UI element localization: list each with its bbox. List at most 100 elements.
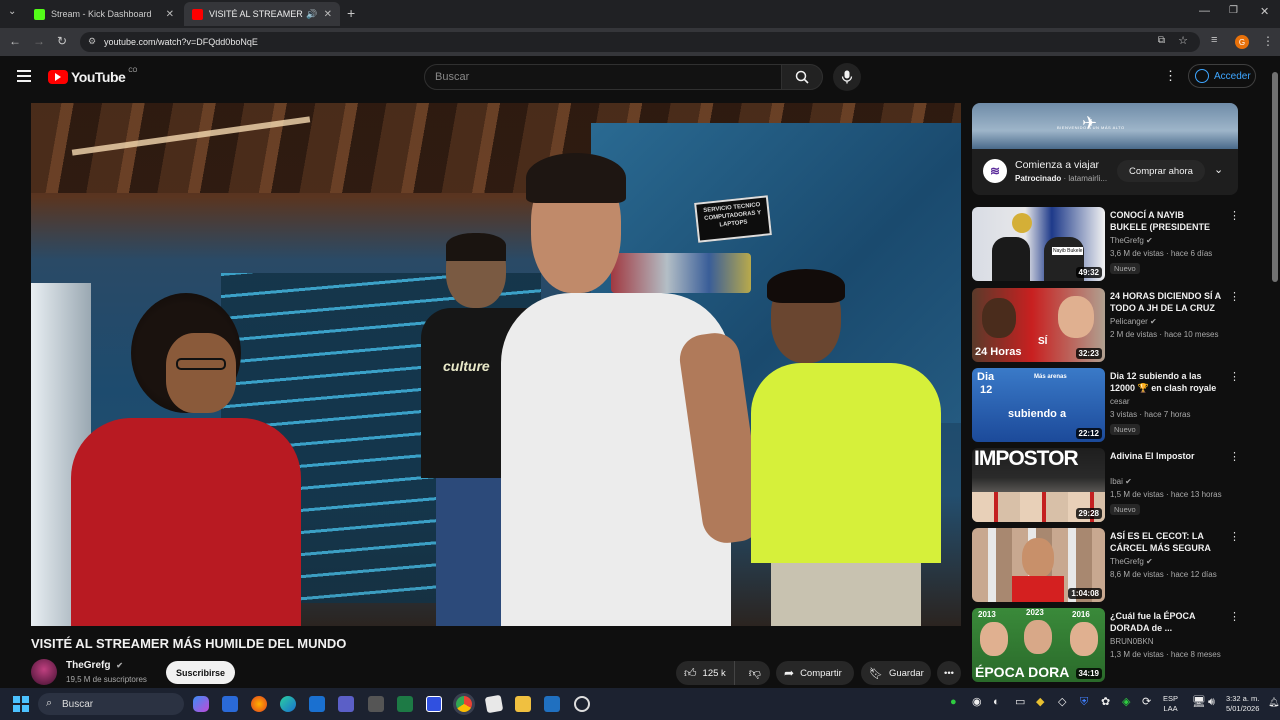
chrome-icon[interactable]	[456, 696, 472, 712]
bookmark-star-icon[interactable]: ☆	[1178, 34, 1188, 47]
tab-youtube-video[interactable]: VISITÉ AL STREAMER MÁS H 🔊 ✕	[184, 2, 340, 26]
search-input[interactable]: Buscar	[424, 64, 782, 90]
windows-start-icon[interactable]	[13, 696, 29, 712]
tray-app-icon[interactable]: ◆	[1036, 697, 1044, 708]
tray-app-icon[interactable]: ◈	[1122, 697, 1130, 708]
volume-icon[interactable]: 🔊︎	[1208, 697, 1215, 708]
rec-item[interactable]: Nayib Bukele 49:32 CONOCÍ A NAYIB BUKELE…	[972, 207, 1240, 281]
duration: 29:28	[1075, 508, 1102, 519]
media-controls-icon[interactable]: ≡	[1211, 34, 1217, 46]
search-placeholder: Buscar	[435, 71, 470, 83]
dislike-button[interactable]: 👎︎	[741, 661, 769, 685]
defender-icon[interactable]: ⛨	[1080, 697, 1088, 708]
tray-app-icon[interactable]: ▭	[1015, 697, 1025, 708]
tray-app-icon[interactable]: ●	[950, 697, 957, 708]
video-thumbnail[interactable]: IMPOSTOR 29:28	[972, 448, 1105, 522]
taskbar-search[interactable]: ⌕ Buscar	[38, 693, 184, 715]
tray-app-icon[interactable]: ✿	[1101, 697, 1110, 708]
store-icon[interactable]	[222, 696, 238, 712]
video-thumbnail[interactable]: Dia 12 Más arenas subiendo a 22:12	[972, 368, 1105, 442]
file-explorer-icon[interactable]	[515, 696, 531, 712]
more-vertical-icon[interactable]: ⋮	[1229, 370, 1240, 383]
network-icon[interactable]: 🖥︎	[1192, 697, 1206, 708]
taskbar-search-label: Buscar	[62, 698, 94, 710]
ad-cta-button[interactable]: Comprar ahora	[1117, 160, 1205, 182]
teams-icon[interactable]	[338, 696, 354, 712]
scrollbar-thumb[interactable]	[1272, 72, 1278, 282]
rec-item[interactable]: Dia 12 Más arenas subiendo a 22:12 Dia 1…	[972, 368, 1240, 442]
more-vertical-icon[interactable]: ⋮	[1229, 610, 1240, 623]
tray-app-icon[interactable]: ◉	[972, 697, 982, 708]
outlook-alt-icon[interactable]	[544, 696, 560, 712]
more-vertical-icon[interactable]: ⋮	[1229, 290, 1240, 303]
copilot-icon[interactable]	[193, 696, 209, 712]
channel-avatar[interactable]	[31, 659, 57, 685]
close-tab-icon[interactable]: ✕	[166, 9, 174, 20]
tab-list-icon[interactable]: ⌄	[8, 6, 16, 17]
subscribe-button[interactable]: Suscribirse	[166, 661, 235, 684]
profile-avatar[interactable]: G	[1235, 35, 1249, 49]
youtube-logo[interactable]: YouTube CO	[48, 68, 137, 85]
back-icon[interactable]: ←	[9, 34, 21, 48]
firefox-icon[interactable]	[251, 696, 267, 712]
clock[interactable]: 3:32 a. m. 5/01/2026	[1226, 694, 1259, 714]
rec-item[interactable]: 24 Horas SÍ 32:23 24 HORAS DICIENDO SÍ A…	[972, 288, 1240, 362]
hamburger-menu-icon[interactable]	[17, 70, 31, 82]
tab-kick-dashboard[interactable]: Stream - Kick Dashboard ✕	[26, 2, 182, 26]
language-indicator[interactable]: ESP LAA	[1163, 694, 1178, 714]
reload-icon[interactable]: ↻	[57, 34, 67, 48]
discord-icon[interactable]: ◐	[993, 697, 1000, 708]
excel-icon[interactable]	[397, 696, 413, 712]
video-thumbnail[interactable]: 24 Horas SÍ 32:23	[972, 288, 1105, 362]
voice-search-button[interactable]	[833, 63, 861, 91]
edge-icon[interactable]	[280, 696, 296, 712]
subscriber-count: 19,5 M de suscriptores	[66, 675, 147, 684]
video-thumbnail[interactable]: 1:04:08	[972, 528, 1105, 602]
more-vertical-icon[interactable]: ⋮	[1229, 209, 1240, 222]
outlook-icon[interactable]	[309, 696, 325, 712]
airplane-icon: ✈	[1082, 113, 1098, 133]
settings-more-icon[interactable]: ⋮	[1164, 68, 1177, 84]
channel-name[interactable]: TheGrefg ✔	[66, 660, 123, 671]
share-button[interactable]: ➦ Compartir	[776, 661, 854, 685]
minimize-icon[interactable]: —	[1199, 5, 1210, 17]
tray-app-icon[interactable]: ⟳	[1142, 697, 1151, 708]
install-icon[interactable]: ⧉	[1158, 35, 1165, 46]
video-thumbnail[interactable]: 2013 2023 2016 ÉPOCA DORA 34:19	[972, 608, 1105, 682]
video-thumbnail[interactable]: Nayib Bukele 49:32	[972, 207, 1105, 281]
app-blue-icon[interactable]	[426, 696, 442, 712]
new-badge: Nuevo	[1110, 263, 1140, 274]
calculator-icon[interactable]	[368, 696, 384, 712]
video-player[interactable]: SERVICIO TECNICO COMPUTADORAS Y LAPTOPS …	[31, 103, 961, 626]
more-vertical-icon[interactable]: ⋮	[1229, 450, 1240, 463]
more-vertical-icon[interactable]: ⋮	[1229, 530, 1240, 543]
rec-item[interactable]: 2013 2023 2016 ÉPOCA DORA 34:19 ¿Cuál fu…	[972, 608, 1240, 682]
site-info-icon[interactable]: ⚙	[88, 36, 96, 47]
browser-menu-icon[interactable]: ⋮	[1262, 34, 1274, 48]
more-actions-button[interactable]: •••	[937, 661, 961, 685]
signin-button[interactable]: Acceder	[1188, 64, 1256, 88]
rec-item[interactable]: 1:04:08 ASÍ ES EL CECOT: LA CÁRCEL MÁS S…	[972, 528, 1240, 602]
chevron-down-icon[interactable]: ⌄	[1214, 163, 1223, 176]
restore-icon[interactable]: ❐	[1229, 5, 1238, 16]
duration: 49:32	[1075, 267, 1102, 278]
close-window-icon[interactable]: ✕	[1260, 5, 1269, 18]
app-circle-icon[interactable]	[574, 696, 590, 712]
thumb-label: subiendo a	[1008, 408, 1067, 420]
save-button[interactable]: 🔖︎ Guardar	[861, 661, 931, 685]
notes-icon[interactable]	[484, 694, 504, 714]
duration: 1:04:08	[1068, 588, 1102, 599]
search-button[interactable]	[781, 64, 823, 90]
forward-icon[interactable]: →	[33, 34, 45, 48]
like-button[interactable]: 👍︎ 125 k	[676, 661, 735, 685]
close-tab-icon[interactable]: ✕	[324, 9, 332, 20]
tray-app-icon[interactable]: ◇	[1058, 697, 1066, 708]
language-code: ESP	[1163, 694, 1179, 703]
new-tab-icon[interactable]: +	[347, 5, 355, 21]
ad-card[interactable]: ✈ BIENVENIDO A UN MÁS ALTO ≋ Comienza a …	[972, 103, 1238, 195]
rec-title: Adivina El Impostor	[1110, 451, 1195, 461]
address-bar[interactable]: ⚙ youtube.com/watch?v=DFQdd0boNqE ⧉ ☆	[80, 32, 1200, 52]
rec-item[interactable]: IMPOSTOR 29:28 Adivina El Impostor Ibai …	[972, 448, 1240, 522]
speaker-icon[interactable]: 🔊	[306, 9, 317, 20]
notification-bell-icon[interactable]: 🔔︎	[1268, 697, 1279, 707]
